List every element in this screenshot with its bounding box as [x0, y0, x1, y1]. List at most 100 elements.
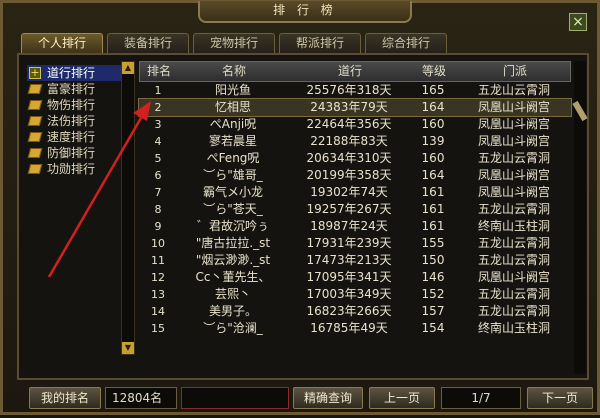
rank-cell: 12 — [151, 271, 165, 284]
category-wealth[interactable]: 富豪排行 — [27, 81, 125, 97]
rank-cell: 13 — [151, 288, 165, 301]
rank-cell: 11 — [151, 254, 165, 267]
table-row[interactable]: 5 ぺFeng呪 20634年310天 160 五龙山云霄洞 — [139, 150, 571, 167]
table-scrollbar[interactable] — [572, 61, 588, 374]
table-row[interactable]: 9 ゛君故沉吟ぅ 18987年24天 161 终南山玉柱洞 — [139, 218, 571, 235]
rank-cell: 5 — [154, 152, 162, 165]
ranking-table: 排名 名称 道行 等级 门派 1 阳光鱼 25576年318天 165 五龙山云霄洞 2 忆… — [138, 61, 572, 337]
dao-cell: 18987年24天 — [310, 219, 388, 233]
school-cell: 五龙山云霄洞 — [477, 287, 550, 301]
header-name[interactable]: 名称 — [178, 62, 290, 81]
table-row[interactable]: 1 阳光鱼 25576年318天 165 五龙山云霄洞 — [139, 82, 571, 99]
tab-pet[interactable]: 宠物排行 — [193, 33, 275, 53]
level-cell: 150 — [421, 253, 445, 267]
table-row[interactable]: 14 美男子。 16823年266天 157 五龙山云霄洞 — [139, 303, 571, 320]
ranking-window: 排 行 榜 × 个人排行 装备排行 宠物排行 帮派排行 综合排行 + 道行排行 富… — [0, 0, 600, 415]
category-dao[interactable]: + 道行排行 — [27, 65, 125, 81]
category-speed[interactable]: 速度排行 — [27, 129, 125, 145]
dao-cell: 19257年267天 — [306, 202, 392, 216]
school-cell: 五龙山云霄洞 — [477, 253, 550, 267]
scroll-icon — [27, 132, 43, 142]
level-cell: 161 — [421, 219, 445, 233]
category-list: + 道行排行 富豪排行 物伤排行 法伤排行 速度排行 防御排行 功勋排行 — [27, 65, 125, 177]
scroll-thumb[interactable] — [572, 100, 588, 122]
scroll-up-icon[interactable]: ▲ — [122, 62, 134, 74]
my-rank-button[interactable]: 我的排名 — [29, 387, 101, 409]
level-cell: 161 — [421, 185, 445, 199]
table-row[interactable]: 11 "烟云渺渺._st 17473年213天 150 五龙山云霄洞 — [139, 252, 571, 269]
header-rank[interactable]: 排名 — [140, 62, 178, 81]
dao-cell: 20199年358天 — [306, 168, 392, 182]
category-scrollbar[interactable]: ▲ ▼ — [121, 61, 135, 355]
category-label: 道行排行 — [47, 66, 96, 80]
category-magic[interactable]: 法伤排行 — [27, 113, 125, 129]
header-school[interactable]: 门派 — [458, 62, 572, 81]
name-cell: 阳光鱼 — [214, 83, 251, 97]
scroll-icon — [27, 100, 43, 110]
table-row[interactable]: 4 寥若晨星 22188年83天 139 凤凰山斗阙宫 — [139, 133, 571, 150]
next-page-button[interactable]: 下一页 — [527, 387, 593, 409]
scroll-down-icon[interactable]: ▼ — [122, 342, 134, 354]
table-body: 1 阳光鱼 25576年318天 165 五龙山云霄洞 2 忆相思 24383年79天 164 凤… — [138, 82, 572, 337]
close-icon[interactable]: × — [569, 13, 587, 31]
plus-icon: + — [29, 66, 41, 79]
name-cell: ゛君故沉吟ぅ — [196, 219, 269, 233]
dao-cell: 22464年356天 — [306, 117, 392, 131]
level-cell: 152 — [421, 287, 445, 301]
level-cell: 164 — [421, 168, 445, 182]
dao-cell: 20634年310天 — [306, 151, 392, 165]
level-cell: 161 — [421, 202, 445, 216]
school-cell: 凤凰山斗阙宫 — [477, 100, 550, 114]
table-row[interactable]: 10 "唐古拉拉._st 17931年239天 155 五龙山云霄洞 — [139, 235, 571, 252]
header-dao[interactable]: 道行 — [290, 62, 410, 81]
dao-cell: 25576年318天 — [306, 83, 392, 97]
name-cell: ぺAnji呪 — [209, 117, 257, 131]
table-row[interactable]: 6 ︶ら"雄哥_ 20199年358天 164 凤凰山斗阙宫 — [139, 167, 571, 184]
category-defense[interactable]: 防御排行 — [27, 145, 125, 161]
search-input[interactable] — [181, 387, 289, 409]
name-cell: "烟云渺渺._st — [195, 253, 271, 267]
search-button[interactable]: 精确查询 — [293, 387, 363, 409]
prev-page-button[interactable]: 上一页 — [369, 387, 435, 409]
school-cell: 五龙山云霄洞 — [477, 304, 550, 318]
page-indicator: 1/7 — [441, 387, 521, 409]
category-merit[interactable]: 功勋排行 — [27, 161, 125, 177]
ranking-panel: + 道行排行 富豪排行 物伤排行 法伤排行 速度排行 防御排行 功勋排行 ▲ ▼ … — [17, 53, 589, 380]
category-physical[interactable]: 物伤排行 — [27, 97, 125, 113]
tab-personal[interactable]: 个人排行 — [21, 33, 103, 53]
name-cell: 芸熙丶 — [214, 287, 251, 301]
table-header: 排名 名称 道行 等级 门派 — [139, 61, 571, 82]
tab-equipment[interactable]: 装备排行 — [107, 33, 189, 53]
name-cell: ぺFeng呪 — [206, 151, 260, 165]
table-row[interactable]: 13 芸熙丶 17003年349天 152 五龙山云霄洞 — [139, 286, 571, 303]
rank-cell: 9 — [154, 220, 162, 233]
level-cell: 155 — [421, 236, 445, 250]
dao-cell: 22188年83天 — [310, 134, 388, 148]
school-cell: 凤凰山斗阙宫 — [477, 117, 550, 131]
scroll-icon — [27, 84, 43, 94]
category-label: 防御排行 — [47, 146, 96, 160]
level-cell: 160 — [421, 117, 445, 131]
tab-overall[interactable]: 综合排行 — [365, 33, 447, 53]
table-row[interactable]: 15 ︶ら"沧澜_ 16785年49天 154 终南山玉柱洞 — [139, 320, 571, 337]
table-row[interactable]: 7 霸气メ小龙 19302年74天 161 凤凰山斗阙宫 — [139, 184, 571, 201]
table-row[interactable]: 12 Cc丶董先生、 17095年341天 146 凤凰山斗阙宫 — [139, 269, 571, 286]
header-level[interactable]: 等级 — [410, 62, 458, 81]
tab-guild[interactable]: 帮派排行 — [279, 33, 361, 53]
rank-cell: 8 — [154, 203, 162, 216]
name-cell: 忆相思 — [214, 100, 251, 114]
window-title: 排 行 榜 — [198, 1, 412, 23]
level-cell: 146 — [421, 270, 445, 284]
table-row[interactable]: 8 ︶ら"苍天_ 19257年267天 161 五龙山云霄洞 — [139, 201, 571, 218]
category-label: 速度排行 — [47, 130, 96, 144]
dao-cell: 24383年79天 — [310, 100, 388, 114]
rank-cell: 15 — [151, 322, 165, 335]
table-row[interactable]: 3 ぺAnji呪 22464年356天 160 凤凰山斗阙宫 — [139, 116, 571, 133]
scroll-icon — [27, 148, 43, 158]
table-row[interactable]: 2 忆相思 24383年79天 164 凤凰山斗阙宫 — [138, 98, 572, 117]
school-cell: 五龙山云霄洞 — [477, 151, 550, 165]
name-cell: Cc丶董先生、 — [195, 270, 271, 284]
level-cell: 164 — [421, 100, 445, 114]
name-cell: ︶ら"沧澜_ — [203, 321, 263, 335]
category-label: 法伤排行 — [47, 114, 96, 128]
